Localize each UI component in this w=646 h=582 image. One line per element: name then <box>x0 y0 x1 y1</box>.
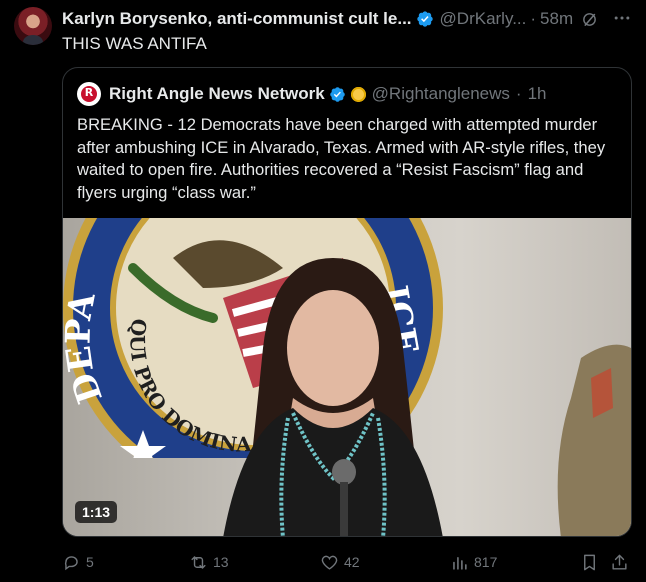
verified-badge-icon <box>329 86 345 102</box>
grok-icon[interactable] <box>581 11 598 28</box>
right-angle-logo-icon[interactable]: R <box>77 82 101 106</box>
microphone-image <box>332 459 356 536</box>
like-button[interactable]: 42 <box>320 550 360 574</box>
quoted-author-handle[interactable]: @Rightanglenews <box>372 84 510 104</box>
tweet-header: Karlyn Borysenko, anti-communist cult le… <box>62 8 634 30</box>
more-options-icon[interactable] <box>612 8 632 28</box>
video-duration-badge: 1:13 <box>75 501 118 523</box>
quoted-tweet-header: R Right Angle News Network @Rightanglene… <box>77 82 547 106</box>
verified-badge-icon <box>416 11 433 27</box>
quoted-tweet-card[interactable]: R Right Angle News Network @Rightanglene… <box>62 67 632 537</box>
affiliate-coin-icon <box>350 86 366 102</box>
author-handle[interactable]: @DrKarly... <box>440 9 527 29</box>
quoted-timestamp[interactable]: 1h <box>528 84 547 104</box>
quoted-tweet-text: BREAKING - 12 Democrats have been charge… <box>77 115 606 202</box>
repost-icon <box>191 555 206 569</box>
reply-count: 5 <box>86 554 94 570</box>
logo-letter: R <box>84 86 94 99</box>
share-button[interactable] <box>610 550 629 574</box>
reply-button[interactable]: 5 <box>62 550 94 574</box>
tweet-actions-bar: 5 13 42 817 <box>62 550 630 574</box>
reply-icon <box>64 555 78 570</box>
quoted-author-name[interactable]: Right Angle News Network <box>109 84 325 104</box>
like-count: 42 <box>344 554 360 570</box>
views-count: 817 <box>474 554 498 570</box>
views-button[interactable]: 817 <box>450 550 497 574</box>
tweet-text: THIS WAS ANTIFA <box>62 34 207 53</box>
views-chart-icon <box>453 556 467 570</box>
bookmark-button[interactable] <box>580 550 599 574</box>
repost-count: 13 <box>213 554 229 570</box>
timestamp[interactable]: 58m <box>540 9 573 29</box>
bookmark-icon <box>584 554 595 570</box>
video-player[interactable]: DEPA ICE QUI PRO DOMINA 1:13 <box>63 218 631 536</box>
officer-figure-image <box>557 344 631 536</box>
author-name[interactable]: Karlyn Borysenko, anti-communist cult le… <box>62 9 412 29</box>
separator-dot: · <box>530 9 537 28</box>
repost-button[interactable]: 13 <box>189 550 229 574</box>
separator-dot: · <box>515 84 522 103</box>
author-avatar[interactable] <box>14 7 52 45</box>
heart-icon <box>321 555 338 570</box>
share-icon <box>612 554 627 570</box>
